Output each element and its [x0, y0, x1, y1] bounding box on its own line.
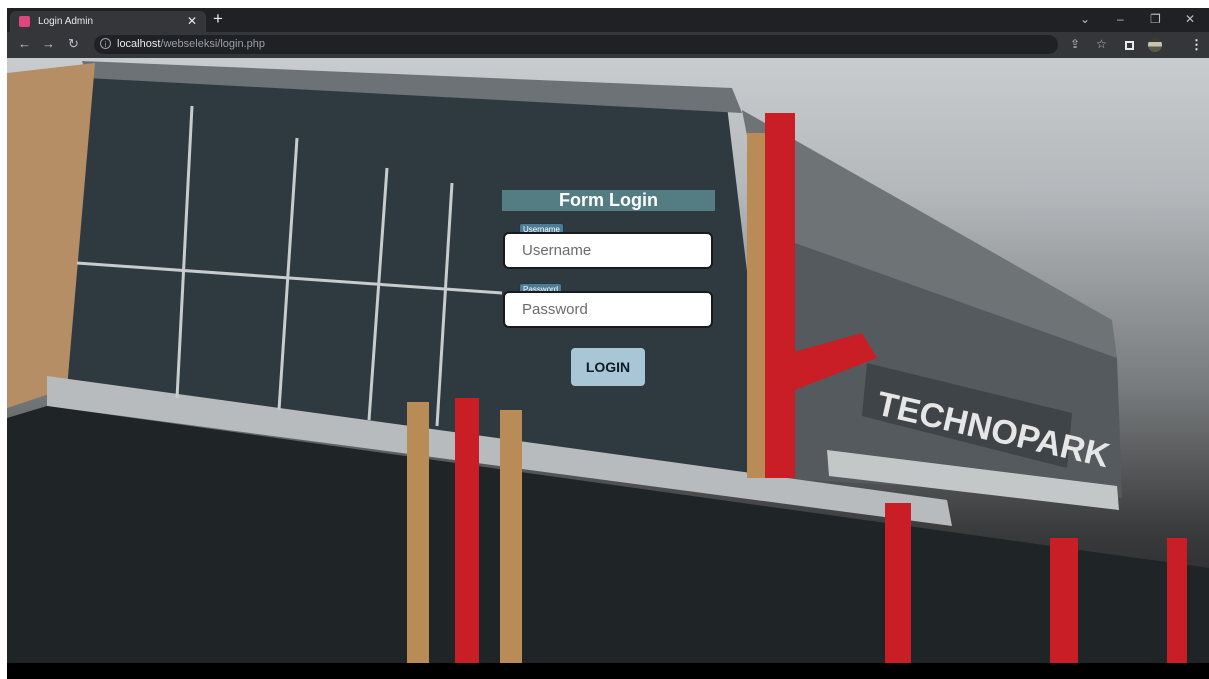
tab-close-icon[interactable]: ✕ [187, 14, 197, 28]
info-icon[interactable]: i [100, 38, 111, 49]
tab-search-icon[interactable]: ⌄ [1080, 11, 1090, 27]
side-panel-icon[interactable] [1125, 41, 1134, 50]
page-viewport: TECHNOPARK Form Login Username Password … [7, 58, 1209, 663]
kebab-menu-icon[interactable]: ⋮ [1190, 37, 1203, 53]
red-pillar [765, 113, 795, 478]
new-tab-button[interactable]: + [213, 10, 223, 28]
browser-window: Login Admin ✕ + ⌄ – ❐ ✕ ← → ↻ i localhos… [7, 8, 1209, 679]
close-window-button[interactable]: ✕ [1185, 11, 1195, 27]
tan-pillar [500, 410, 522, 663]
tan-pillar [407, 402, 429, 663]
red-pillar [455, 398, 479, 663]
star-icon[interactable]: ☆ [1096, 36, 1107, 52]
favicon-icon [19, 16, 30, 27]
browser-toolbar: ← → ↻ i localhost/webseleksi/login.php ⇪… [7, 32, 1209, 58]
url-host: localhost [117, 38, 161, 50]
username-input[interactable] [503, 232, 713, 269]
profile-avatar[interactable] [1148, 38, 1162, 52]
forward-arrow-icon[interactable]: → [42, 35, 55, 53]
red-pillar [1050, 538, 1078, 663]
red-pillar [885, 503, 911, 663]
minimize-button[interactable]: – [1117, 11, 1124, 27]
red-pillar [1167, 538, 1187, 663]
address-bar[interactable]: i localhost/webseleksi/login.php [94, 35, 1058, 54]
page-top-margin [0, 0, 1209, 8]
reload-icon[interactable]: ↻ [68, 35, 79, 53]
tan-pillar [747, 133, 767, 478]
password-input[interactable] [503, 291, 713, 328]
login-button[interactable]: LOGIN [571, 348, 645, 386]
tab-title: Login Admin [38, 16, 94, 27]
url-path: /webseleksi/login.php [160, 38, 265, 50]
url-text: localhost/webseleksi/login.php [117, 38, 265, 51]
back-arrow-icon[interactable]: ← [18, 35, 31, 53]
tab-strip: Login Admin ✕ + ⌄ – ❐ ✕ [7, 8, 1209, 32]
tab-login-admin[interactable]: Login Admin ✕ [10, 11, 206, 32]
share-icon[interactable]: ⇪ [1070, 36, 1080, 52]
form-title: Form Login [502, 190, 715, 211]
restore-button[interactable]: ❐ [1150, 11, 1161, 27]
